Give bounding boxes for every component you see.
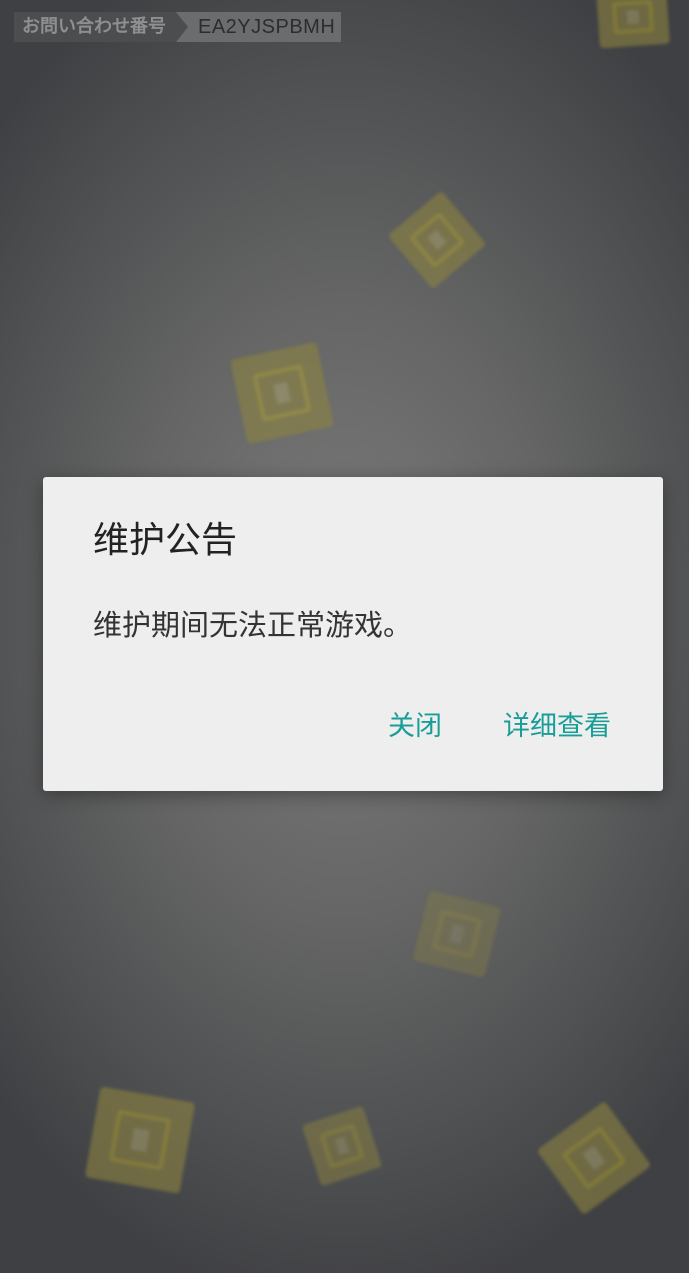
yellow-box-icon	[412, 890, 502, 978]
yellow-box-icon	[84, 1086, 196, 1194]
maintenance-dialog: 维护公告 维护期间无法正常游戏。 关闭 详细查看	[43, 477, 663, 791]
view-details-button[interactable]: 详细查看	[503, 707, 611, 747]
yellow-box-icon	[596, 0, 670, 49]
inquiry-label: お問い合わせ番号	[14, 12, 188, 42]
game-screen: お問い合わせ番号 EA2YJSPBMH 维护公告 维护期间无法正常游戏。 关闭 …	[0, 0, 689, 1273]
dialog-title: 维护公告	[93, 520, 238, 561]
inquiry-code: EA2YJSPBMH	[176, 12, 342, 42]
yellow-box-icon	[230, 341, 334, 445]
inquiry-number-bar: お問い合わせ番号 EA2YJSPBMH	[14, 12, 342, 42]
yellow-box-icon	[387, 190, 487, 290]
dialog-message: 维护期间无法正常游戏。	[93, 608, 413, 642]
yellow-box-icon	[536, 1100, 652, 1216]
close-button[interactable]: 关闭	[388, 707, 442, 747]
yellow-box-icon	[301, 1105, 383, 1187]
